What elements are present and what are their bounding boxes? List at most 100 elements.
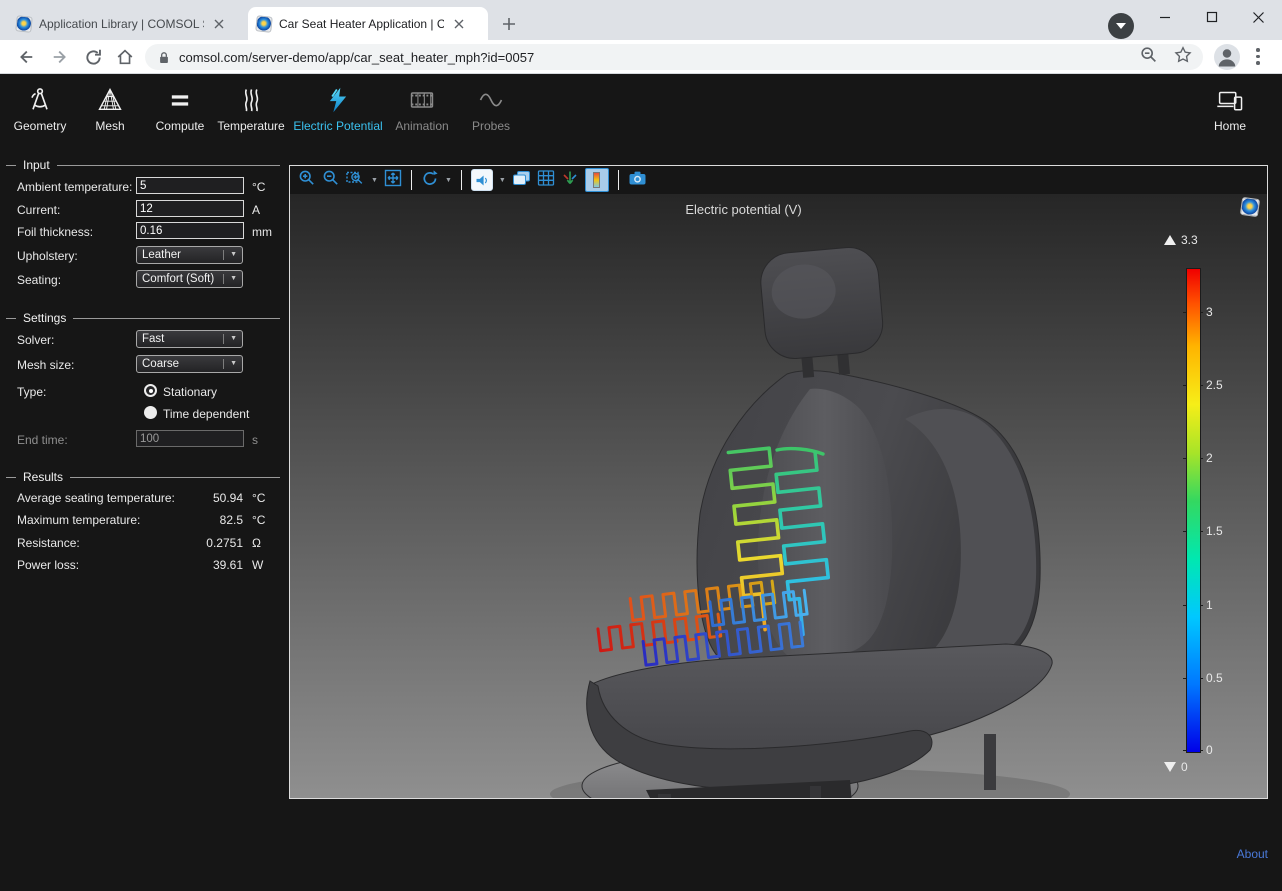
ambient-temperature-unit: °C — [252, 180, 265, 194]
chevron-down-icon: ▼ — [223, 250, 237, 260]
colorbar-tick: 0.5 — [1206, 671, 1223, 685]
result-value: 39.61 — [150, 558, 243, 572]
graphics-panel: ▼ ▼ ▼ — [289, 165, 1268, 799]
browser-tab-active[interactable]: Car Seat Heater Application | CO — [248, 7, 488, 40]
result-label: Maximum temperature: — [17, 513, 140, 527]
plot-canvas[interactable]: Electric potential (V) — [290, 194, 1267, 798]
comsol-favicon — [255, 15, 273, 33]
colorbar — [1186, 268, 1201, 753]
color-legend-button[interactable] — [585, 168, 609, 192]
mesh-size-label: Mesh size: — [17, 358, 74, 372]
back-icon[interactable] — [12, 44, 38, 70]
new-tab-button[interactable] — [497, 12, 521, 36]
chevron-down-icon[interactable]: ▼ — [499, 177, 506, 184]
ribbon-item-electric-potential[interactable]: Electric Potential — [293, 86, 383, 148]
radio-stationary[interactable] — [144, 384, 157, 397]
result-label: Power loss: — [17, 558, 79, 572]
color-legend-icon — [593, 172, 600, 188]
radio-stationary-label: Stationary — [163, 385, 217, 399]
mesh-size-dropdown[interactable]: Coarse▼ — [136, 355, 243, 373]
grid-icon[interactable] — [537, 169, 555, 192]
radio-time-dependent-label: Time dependent — [163, 407, 249, 421]
window-close-button[interactable] — [1243, 4, 1273, 30]
rotate-view-icon[interactable] — [421, 169, 439, 192]
window-minimize-button[interactable] — [1150, 4, 1180, 30]
seating-label: Seating: — [17, 273, 61, 287]
section-header-results: Results — [6, 470, 284, 484]
result-unit: °C — [252, 491, 265, 505]
reload-icon[interactable] — [80, 44, 106, 70]
ribbon-item-label: Temperature — [217, 119, 284, 133]
seating-dropdown[interactable]: Comfort (Soft)▼ — [136, 270, 243, 288]
plot-tools-icon[interactable] — [561, 169, 579, 192]
result-unit: W — [252, 558, 263, 572]
colorbar-tick: 2 — [1206, 451, 1213, 465]
url-text[interactable]: comsol.com/server-demo/app/car_seat_heat… — [179, 50, 534, 65]
tab-title: Application Library | COMSOL Se — [39, 17, 204, 31]
solver-label: Solver: — [17, 333, 54, 347]
ribbon-item-probes: Probes — [446, 86, 536, 148]
bookmark-star-icon[interactable] — [1173, 45, 1193, 70]
colorbar-tick: 0 — [1206, 743, 1213, 757]
tab-close-icon[interactable] — [211, 16, 227, 32]
forward-icon[interactable] — [48, 44, 74, 70]
result-value: 50.94 — [150, 491, 243, 505]
chevron-down-icon: ▼ — [223, 274, 237, 284]
transparency-icon[interactable] — [512, 169, 531, 192]
current-unit: A — [252, 203, 260, 217]
section-header-settings: Settings — [6, 311, 284, 325]
page-zoom-icon[interactable] — [1139, 45, 1159, 70]
zoom-box-icon[interactable] — [346, 169, 365, 192]
comsol-favicon — [15, 15, 33, 33]
foil-thickness-field[interactable] — [136, 222, 244, 239]
ribbon-item-temperature[interactable]: Temperature — [206, 86, 296, 148]
zoom-in-icon[interactable] — [298, 169, 316, 192]
ribbon-item-label: Geometry — [14, 119, 67, 133]
chevron-down-icon: ▼ — [223, 359, 237, 369]
lock-icon[interactable] — [157, 50, 171, 65]
ribbon-item-label: Probes — [472, 119, 510, 133]
foil-thickness-label: Foil thickness: — [17, 225, 93, 239]
browser-menu-icon[interactable] — [1256, 48, 1260, 65]
scene-light-button[interactable] — [471, 169, 493, 191]
chevron-down-icon[interactable]: ▼ — [371, 177, 378, 184]
ribbon-item-label: Mesh — [95, 119, 124, 133]
address-bar[interactable]: comsol.com/server-demo/app/car_seat_heat… — [145, 44, 1203, 70]
about-link[interactable]: About — [1237, 847, 1268, 861]
ribbon-item-label: Electric Potential — [293, 119, 382, 133]
zoom-extents-icon[interactable] — [384, 169, 402, 192]
ribbon-item-label: Home — [1214, 119, 1246, 133]
zoom-out-icon[interactable] — [322, 169, 340, 192]
home-icon[interactable] — [112, 44, 138, 70]
ribbon-item-label: Animation — [395, 119, 448, 133]
car-seat-model — [290, 194, 1267, 798]
colorbar-tick: 1 — [1206, 598, 1213, 612]
profile-avatar[interactable] — [1214, 44, 1240, 70]
foil-thickness-unit: mm — [252, 225, 272, 239]
triangle-down-icon — [1164, 762, 1176, 772]
colorbar-tick: 3 — [1206, 305, 1213, 319]
snapshot-camera-icon[interactable] — [628, 169, 647, 192]
upholstery-dropdown[interactable]: Leather▼ — [136, 246, 243, 264]
result-unit: Ω — [252, 536, 261, 550]
colorbar-max-marker: 3.3 — [1164, 233, 1198, 247]
ambient-temperature-field[interactable] — [136, 177, 244, 194]
chevron-down-icon[interactable]: ▼ — [445, 177, 452, 184]
ribbon-item-home[interactable]: Home — [1185, 86, 1275, 148]
browser-tab-inactive[interactable]: Application Library | COMSOL Se — [8, 7, 240, 40]
parameter-sidebar: Input Ambient temperature: °C Current: A… — [0, 152, 288, 622]
triangle-up-icon — [1164, 235, 1176, 245]
browser-tab-strip: Application Library | COMSOL Se Car Seat… — [0, 0, 1282, 40]
tab-title: Car Seat Heater Application | CO — [279, 17, 444, 31]
type-label: Type: — [17, 385, 46, 399]
radio-time-dependent[interactable] — [144, 406, 157, 419]
end-time-field — [136, 430, 244, 447]
chrome-update-icon[interactable] — [1108, 13, 1134, 39]
solver-dropdown[interactable]: Fast▼ — [136, 330, 243, 348]
colorbar-tick: 1.5 — [1206, 524, 1223, 538]
result-value: 82.5 — [150, 513, 243, 527]
current-field[interactable] — [136, 200, 244, 217]
tab-close-icon[interactable] — [451, 16, 467, 32]
upholstery-label: Upholstery: — [17, 249, 78, 263]
window-maximize-button[interactable] — [1197, 4, 1227, 30]
